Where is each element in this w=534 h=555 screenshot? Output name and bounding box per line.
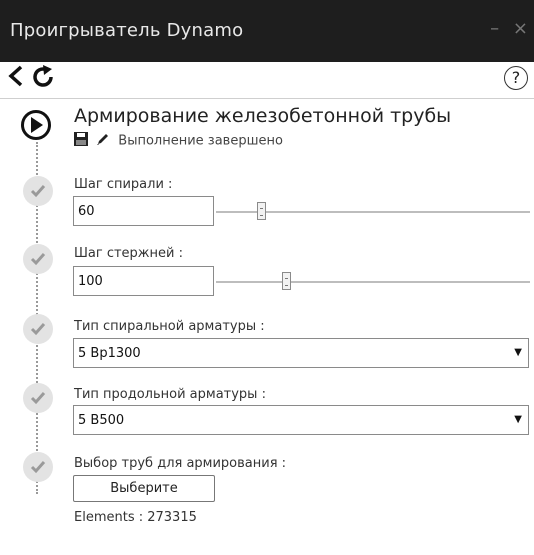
refresh-icon[interactable]: [32, 64, 56, 97]
check-icon: [23, 244, 53, 274]
check-icon: [23, 314, 53, 344]
check-icon: [23, 176, 53, 206]
spiral-rebar-type-select[interactable]: 5 Вр1300 ▼: [73, 338, 529, 368]
title-bar: Проигрыватель Dynamo – ×: [0, 0, 534, 62]
longitudinal-rebar-type-label: Тип продольной арматуры :: [74, 387, 266, 402]
graph-title: Армирование железобетонной трубы: [74, 105, 452, 127]
execution-status: Выполнение завершено: [118, 133, 283, 149]
rod-step-label: Шаг стержней :: [74, 246, 183, 261]
window-controls: – ×: [490, 18, 528, 39]
save-icon[interactable]: [74, 132, 88, 150]
spiral-step-slider-thumb[interactable]: [256, 202, 266, 220]
rod-step-slider-thumb[interactable]: [281, 272, 291, 290]
rod-step-slider-track[interactable]: [216, 281, 530, 283]
close-button[interactable]: ×: [513, 18, 528, 39]
chevron-down-icon[interactable]: ▼: [514, 347, 522, 358]
help-icon[interactable]: ?: [504, 66, 528, 90]
pipe-selection-label: Выбор труб для армирования :: [74, 456, 287, 471]
window-title: Проигрыватель Dynamo: [10, 20, 244, 41]
spiral-step-label: Шаг спирали :: [74, 177, 173, 192]
selected-elements-text: Elements : 273315: [74, 510, 197, 525]
longitudinal-rebar-type-value: 5 В500: [78, 413, 125, 428]
play-icon: [31, 117, 43, 133]
spiral-step-input[interactable]: 60: [73, 196, 214, 226]
minimize-button[interactable]: –: [490, 18, 499, 39]
select-button[interactable]: Выберите: [73, 475, 215, 502]
chevron-down-icon[interactable]: ▼: [514, 414, 522, 425]
edit-pencil-icon[interactable]: [96, 132, 110, 150]
status-row: Выполнение завершено: [74, 132, 283, 150]
check-icon: [23, 383, 53, 413]
check-icon: [23, 452, 53, 482]
spiral-rebar-type-value: 5 Вр1300: [78, 346, 141, 361]
back-arrow-icon[interactable]: [6, 64, 26, 95]
toolbar: ?: [0, 62, 534, 99]
longitudinal-rebar-type-select[interactable]: 5 В500 ▼: [73, 405, 529, 435]
play-button[interactable]: [21, 110, 51, 140]
rod-step-input[interactable]: 100: [73, 266, 214, 296]
spiral-rebar-type-label: Тип спиральной арматуры :: [74, 319, 265, 334]
